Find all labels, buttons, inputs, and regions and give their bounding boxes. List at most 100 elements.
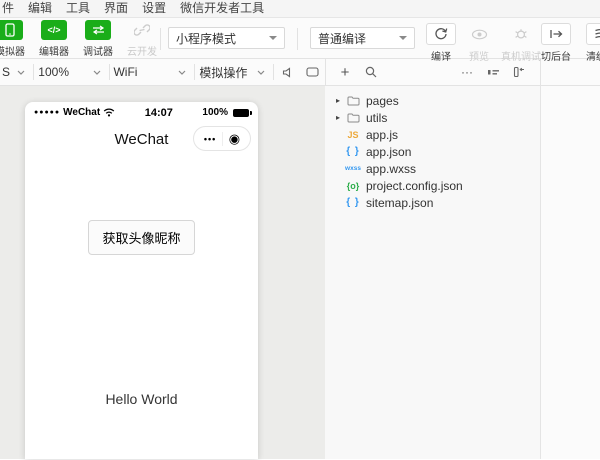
- compile-button[interactable]: 编译: [423, 23, 459, 63]
- screenshot-icon: [306, 67, 319, 77]
- tree-item-project.config.json[interactable]: {o}project.config.json: [325, 177, 540, 194]
- tree-toolbar-right: ···: [454, 65, 532, 79]
- folder-icon: [343, 96, 363, 106]
- capsule-more-icon[interactable]: •••: [204, 134, 216, 144]
- compile-mode-value: 普通编译: [318, 30, 366, 47]
- file-name: app.json: [366, 145, 411, 159]
- chevron-down-icon: [399, 36, 407, 40]
- capsule-button[interactable]: ••• ◉: [193, 126, 251, 151]
- menu-tools[interactable]: 工具: [59, 0, 97, 17]
- get-avatar-button[interactable]: 获取头像昵称: [88, 220, 194, 255]
- switch-background-icon: [541, 23, 571, 45]
- code-icon: </>: [41, 20, 67, 40]
- network-dropdown-value: WiFi: [113, 65, 137, 79]
- screenshot-button[interactable]: [300, 59, 325, 85]
- file-name: project.config.json: [366, 179, 463, 193]
- mini-program-page: 获取头像昵称: [25, 155, 258, 255]
- tree-item-app.js[interactable]: JSapp.js: [325, 126, 540, 143]
- expand-arrow-icon[interactable]: ▸: [333, 113, 343, 122]
- status-right: 100%: [202, 107, 249, 118]
- network-dropdown[interactable]: WiFi: [109, 59, 194, 85]
- zoom-dropdown-value: 100%: [38, 65, 69, 79]
- simulate-action-value: 模拟操作: [199, 64, 247, 81]
- file-name: pages: [366, 94, 399, 108]
- nav-bar: WeChat ••• ◉: [25, 123, 258, 155]
- layers-icon: [586, 23, 600, 45]
- hide-sidebar-button[interactable]: [506, 66, 532, 78]
- phone-simulator: ●●●●● WeChat 14:07 100% WeChat ••• ◉: [25, 102, 258, 459]
- clock-label: 14:07: [145, 107, 173, 119]
- simulator-controls: S 100% WiFi 模拟操作: [0, 59, 325, 85]
- main-toolbar: 模拟器 </> 编辑器 调试器 云开发 小程序模式 普通编译 编译: [0, 18, 600, 59]
- menu-edit[interactable]: 编辑: [21, 0, 59, 17]
- chevron-down-icon: [269, 36, 277, 40]
- capsule-divider: [222, 132, 223, 146]
- new-file-button[interactable]: +: [332, 64, 358, 81]
- more-options-button[interactable]: ···: [454, 65, 480, 79]
- chevron-down-icon: [178, 70, 186, 75]
- compile-mode-dropdown[interactable]: 普通编译: [310, 27, 415, 49]
- expand-arrow-icon[interactable]: ▸: [333, 96, 343, 105]
- refresh-icon: [426, 23, 456, 45]
- device-dropdown-value: S: [2, 65, 10, 79]
- tree-item-pages[interactable]: ▸ pages: [325, 92, 540, 109]
- simulate-action-dropdown[interactable]: 模拟操作: [195, 59, 273, 85]
- tree-item-app.json[interactable]: { }app.json: [325, 143, 540, 160]
- editor-label: 编辑器: [32, 43, 76, 58]
- cloud-dev-button[interactable]: 云开发: [120, 20, 164, 58]
- collapse-all-button[interactable]: [480, 67, 506, 77]
- switch-background-button[interactable]: 切后台: [533, 23, 579, 63]
- bug-icon: [506, 23, 536, 45]
- sound-button[interactable]: [274, 59, 299, 85]
- search-button[interactable]: [358, 66, 384, 78]
- tree-item-sitemap.json[interactable]: { }sitemap.json: [325, 194, 540, 211]
- file-name: utils: [366, 111, 387, 125]
- file-type-wxss-icon: wxss: [343, 165, 363, 172]
- menu-settings[interactable]: 设置: [135, 0, 173, 17]
- chevron-down-icon: [257, 70, 265, 75]
- menu-view[interactable]: 界面: [97, 0, 135, 17]
- file-type-config-icon: {o}: [343, 181, 363, 191]
- capsule-home-icon[interactable]: ◉: [229, 132, 240, 145]
- clear-cache-button[interactable]: 清缓存: [577, 23, 600, 63]
- simulator-panel: ●●●●● WeChat 14:07 100% WeChat ••• ◉: [0, 86, 325, 459]
- menu-file[interactable]: 件: [0, 0, 21, 17]
- file-type-json-icon: { }: [343, 197, 363, 208]
- tree-toolbar-left: +: [332, 64, 384, 81]
- clear-cache-label: 清缓存: [577, 48, 600, 63]
- simulator-button[interactable]: 模拟器: [0, 20, 32, 58]
- toolbar-divider: [297, 28, 298, 50]
- main-content: ●●●●● WeChat 14:07 100% WeChat ••• ◉: [0, 86, 600, 459]
- chevron-down-icon: [17, 70, 25, 75]
- phone-icon: [0, 20, 23, 40]
- search-icon: [365, 66, 377, 78]
- page-title: WeChat: [115, 131, 169, 148]
- debug-arrows-icon: [85, 20, 111, 40]
- speaker-icon: [282, 67, 293, 78]
- compile-label: 编译: [423, 48, 459, 63]
- file-type-json-icon: { }: [343, 146, 363, 157]
- link-icon: [129, 20, 155, 40]
- secondary-toolbar: S 100% WiFi 模拟操作 +: [0, 59, 600, 86]
- preview-button[interactable]: 预览: [461, 23, 497, 63]
- mode-dropdown-value: 小程序模式: [176, 30, 236, 47]
- ellipsis-icon: ···: [461, 65, 473, 79]
- editor-panel-empty: [540, 86, 600, 459]
- debugger-button[interactable]: 调试器: [76, 20, 120, 58]
- hello-world-text: Hello World: [25, 391, 258, 407]
- device-dropdown[interactable]: S: [0, 59, 33, 85]
- tree-item-app.wxss[interactable]: wxssapp.wxss: [325, 160, 540, 177]
- folder-icon: [343, 113, 363, 123]
- plus-icon: +: [341, 64, 350, 81]
- dock-arrow-icon: [513, 66, 525, 78]
- menu-devtools[interactable]: 微信开发者工具: [173, 0, 271, 17]
- preview-label: 预览: [461, 48, 497, 63]
- mode-dropdown[interactable]: 小程序模式: [168, 27, 285, 49]
- battery-percent-label: 100%: [202, 107, 228, 118]
- editor-button[interactable]: </> 编辑器: [32, 20, 76, 58]
- file-type-js-icon: JS: [343, 130, 363, 140]
- cloud-dev-label: 云开发: [120, 43, 164, 58]
- tree-item-utils[interactable]: ▸ utils: [325, 109, 540, 126]
- chevron-down-icon: [93, 70, 101, 75]
- zoom-dropdown[interactable]: 100%: [34, 59, 108, 85]
